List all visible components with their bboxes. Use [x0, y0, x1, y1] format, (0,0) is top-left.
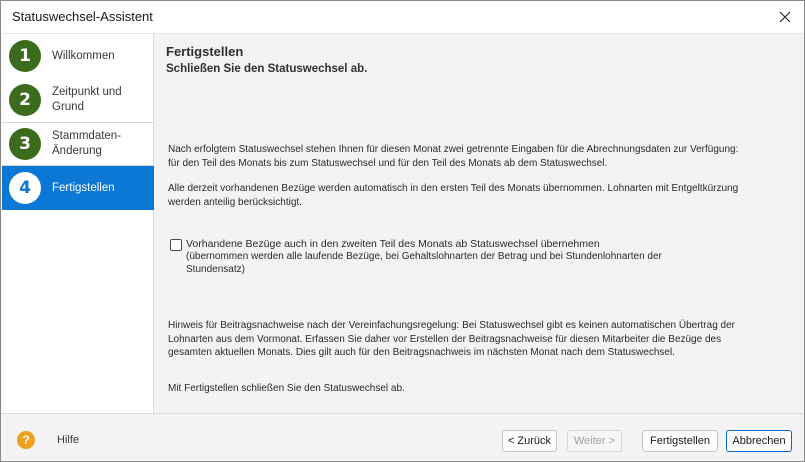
step-content: Fertigstellen Schließen Sie den Statuswe…	[155, 34, 804, 414]
carry-over-checkbox-label[interactable]: Vorhandene Bezüge auch in den zweiten Te…	[186, 238, 746, 251]
step-zeitpunkt-und-grund[interactable]: 2 Zeitpunkt und Grund	[2, 78, 154, 122]
info-paragraph-4: Mit Fertigstellen schließen Sie den Stat…	[168, 383, 405, 394]
wizard-body: 1 Willkommen 2 Zeitpunkt und Grund 3 Sta…	[1, 33, 804, 414]
help-link[interactable]: Hilfe	[57, 434, 79, 446]
finish-button[interactable]: Fertigstellen	[642, 430, 718, 452]
step-fertigstellen[interactable]: 4 Fertigstellen	[2, 166, 154, 210]
help-icon[interactable]: ?	[17, 431, 35, 449]
window-title: Statuswechsel-Assistent	[12, 9, 153, 24]
wizard-window: Statuswechsel-Assistent 1 Willkommen 2 Z…	[0, 0, 805, 462]
carry-over-option: Vorhandene Bezüge auch in den zweiten Te…	[170, 237, 770, 287]
page-title: Fertigstellen	[166, 44, 244, 59]
info-paragraph-1: Nach erfolgtem Statuswechsel stehen Ihne…	[168, 144, 739, 169]
step-stammdaten-aenderung[interactable]: 3 Stammdaten-Änderung	[2, 122, 154, 166]
step-number-badge: 2	[9, 84, 41, 116]
step-label: Zeitpunkt und Grund	[52, 86, 122, 113]
step-number-badge: 1	[9, 40, 41, 72]
page-subtitle: Schließen Sie den Statuswechsel ab.	[166, 63, 368, 75]
button-bar: ? Hilfe < Zurück Weiter > Fertigstellen …	[1, 413, 804, 461]
step-sidebar: 1 Willkommen 2 Zeitpunkt und Grund 3 Sta…	[2, 34, 154, 414]
next-button[interactable]: Weiter >	[567, 430, 622, 452]
step-label: Willkommen	[52, 49, 115, 62]
step-label: Stammdaten-Änderung	[52, 130, 122, 157]
info-paragraph-2: Alle derzeit vorhandenen Bezüge werden a…	[168, 183, 739, 208]
step-willkommen[interactable]: 1 Willkommen	[2, 34, 154, 78]
step-number-badge: 4	[9, 172, 41, 204]
step-label: Fertigstellen	[52, 181, 115, 194]
cancel-button[interactable]: Abbrechen	[726, 430, 792, 452]
carry-over-checkbox-note: (übernommen werden alle laufende Bezüge,…	[186, 251, 662, 275]
close-icon[interactable]	[776, 8, 794, 26]
title-bar: Statuswechsel-Assistent	[1, 1, 804, 33]
back-button[interactable]: < Zurück	[502, 430, 557, 452]
info-paragraph-3: Hinweis für Beitragsnachweise nach der V…	[168, 320, 735, 358]
step-number-badge: 3	[9, 128, 41, 160]
carry-over-checkbox[interactable]	[170, 239, 182, 251]
